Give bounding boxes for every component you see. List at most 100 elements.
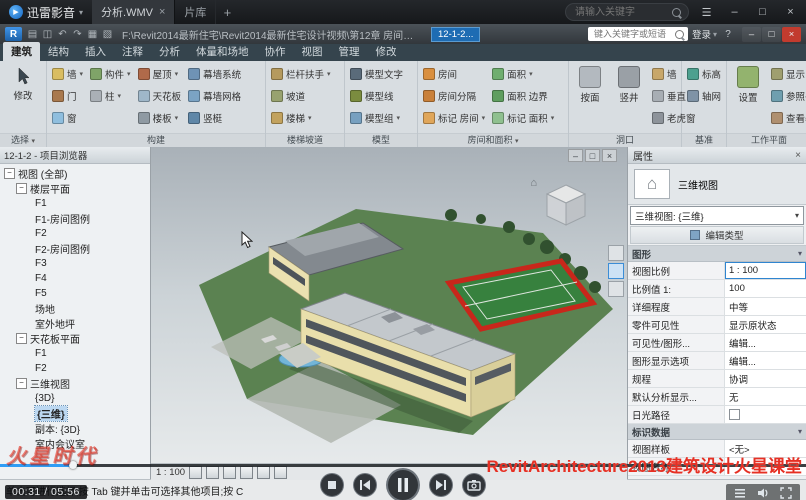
main-menu-icon[interactable]: ☰ [696, 3, 717, 21]
viewcube[interactable] [539, 179, 593, 233]
previous-button[interactable] [353, 473, 377, 497]
tag-room-button[interactable]: 标记 房间▾ [421, 107, 487, 128]
tree-item-view[interactable]: F2 [0, 226, 150, 241]
view-scale-value[interactable]: 1 : 100 [725, 262, 806, 279]
level-button[interactable]: 标高 [685, 63, 723, 84]
pause-button[interactable] [386, 468, 420, 500]
area-button[interactable]: 面积▾ [490, 63, 556, 84]
modify-button[interactable]: 修改 [5, 63, 41, 131]
grid-button[interactable]: 轴网 [685, 85, 723, 106]
tree-group-3d-views[interactable]: −三维视图 [0, 376, 150, 391]
help-icon[interactable]: ? [721, 29, 735, 40]
tree-group-floor-plans[interactable]: −楼层平面 [0, 181, 150, 196]
brand-dropdown-icon[interactable]: ▾ [79, 8, 83, 17]
revit-minimize-button[interactable]: – [742, 27, 761, 42]
panel-label-room-area[interactable]: 房间和面积 ▾ [418, 133, 568, 147]
mullion-button[interactable]: 竖梃 [186, 107, 243, 128]
column-button[interactable]: 柱▾ [88, 85, 133, 106]
ramp-button[interactable]: 坡道 [269, 85, 333, 106]
save-icon[interactable]: ◫ [41, 29, 54, 40]
show-crop-icon[interactable] [274, 466, 287, 479]
floor-button[interactable]: 楼板▾ [136, 107, 184, 128]
collapse-icon[interactable]: − [16, 333, 27, 344]
collapse-icon[interactable]: − [16, 378, 27, 389]
roof-button[interactable]: 屋顶▾ [136, 63, 184, 84]
drawing-viewport[interactable]: – □ × ⌂ [151, 147, 627, 480]
properties-close-icon[interactable]: × [795, 150, 801, 161]
model-group-button[interactable]: 模型组▾ [348, 107, 405, 128]
collapse-icon[interactable]: − [16, 183, 27, 194]
redo-icon[interactable]: ↷ [71, 29, 84, 40]
opening-by-face-button[interactable]: 按面 [572, 63, 608, 131]
volume-icon[interactable] [756, 486, 770, 500]
edit-button[interactable]: 编辑... [725, 334, 806, 351]
tree-group-ceiling-plans[interactable]: −天花板平面 [0, 331, 150, 346]
curtain-grid-button[interactable]: 幕墙网格 [186, 85, 243, 106]
group-header-graphics[interactable]: 图形▾ [628, 246, 806, 262]
tab-insert[interactable]: 插入 [77, 42, 114, 61]
tag-area-button[interactable]: 标记 面积▾ [490, 107, 556, 128]
type-selector[interactable]: 三维视图: {三维}▾ [630, 206, 804, 225]
fullscreen-icon[interactable] [779, 486, 793, 500]
snapshot-button[interactable] [462, 473, 486, 497]
collapse-icon[interactable]: − [4, 168, 15, 179]
revit-logo-icon[interactable]: R [5, 27, 22, 41]
pan-icon[interactable] [608, 263, 624, 279]
sun-path-checkbox[interactable] [729, 409, 740, 420]
infocenter-search-input[interactable] [592, 28, 672, 40]
sun-path-icon[interactable] [223, 466, 236, 479]
tree-item-view[interactable]: F5 [0, 286, 150, 301]
model-text-button[interactable]: 模型文字 [348, 63, 405, 84]
curtain-system-button[interactable]: 幕墙系统 [186, 63, 243, 84]
component-button[interactable]: 构件▾ [88, 63, 133, 84]
tree-group-views[interactable]: −视图 (全部) [0, 166, 150, 181]
crop-view-icon[interactable] [257, 466, 270, 479]
panel-label-select[interactable]: 选择 ▾ [0, 133, 46, 147]
tab-modify[interactable]: 修改 [368, 42, 405, 61]
tab-collaborate[interactable]: 协作 [257, 42, 294, 61]
room-separator-button[interactable]: 房间分隔 [421, 85, 487, 106]
zoom-icon[interactable] [608, 281, 624, 297]
video-frame[interactable]: R ▤◫↶↷▦▧ F:\Revit2014最新住宅\Revit2014最新住宅设… [0, 24, 806, 500]
stop-button[interactable] [320, 473, 344, 497]
detail-level-icon[interactable] [189, 466, 202, 479]
tree-item-view[interactable]: {3D} [0, 391, 150, 406]
close-button[interactable]: × [780, 3, 801, 21]
stair-button[interactable]: 楼梯▾ [269, 107, 333, 128]
viewer-button[interactable]: 查看器 [769, 107, 806, 128]
signin-button[interactable]: 登录▾ [692, 27, 717, 41]
player-brand[interactable]: ▶ 迅雷影音 ▾ [0, 4, 92, 21]
tab-current-video[interactable]: 分析.WMV × [92, 0, 175, 24]
infocenter-search[interactable] [588, 27, 688, 41]
model-line-button[interactable]: 模型线 [348, 85, 405, 106]
player-search[interactable] [565, 3, 689, 21]
tab-annotate[interactable]: 注释 [114, 42, 151, 61]
properties-header[interactable]: 属性× [628, 147, 806, 164]
edit-button[interactable]: 编辑... [725, 352, 806, 369]
tab-analyze[interactable]: 分析 [151, 42, 188, 61]
tree-item-view[interactable]: F1-房间图例 [0, 211, 150, 226]
tab-manage[interactable]: 管理 [331, 42, 368, 61]
player-search-input[interactable] [573, 6, 667, 19]
tree-item-view[interactable]: F3 [0, 256, 150, 271]
search-icon[interactable] [672, 8, 681, 17]
measure-icon[interactable]: ▧ [101, 29, 114, 40]
wall-button[interactable]: 墙▾ [50, 63, 85, 84]
view-minimize-icon[interactable]: – [568, 149, 583, 162]
tab-view[interactable]: 视图 [294, 42, 331, 61]
railing-button[interactable]: 栏杆扶手▾ [269, 63, 333, 84]
ref-plane-button[interactable]: 参照平面 [769, 85, 806, 106]
tree-item-view[interactable]: 场地 [0, 301, 150, 316]
tab-architecture[interactable]: 建筑 [3, 42, 40, 61]
door-button[interactable]: 门 [50, 85, 85, 106]
undo-icon[interactable]: ↶ [56, 29, 69, 40]
tree-item-view[interactable]: 室外地坪 [0, 316, 150, 331]
area-boundary-button[interactable]: 面积 边界 [490, 85, 556, 106]
visual-style-icon[interactable] [206, 466, 219, 479]
group-header-identity[interactable]: 标识数据▾ [628, 424, 806, 440]
tab-massing-site[interactable]: 体量和场地 [188, 42, 257, 61]
tree-item-view[interactable]: F1 [0, 346, 150, 361]
viewcube-home-icon[interactable]: ⌂ [530, 177, 537, 189]
next-button[interactable] [429, 473, 453, 497]
revit-restore-button[interactable]: □ [762, 27, 781, 42]
